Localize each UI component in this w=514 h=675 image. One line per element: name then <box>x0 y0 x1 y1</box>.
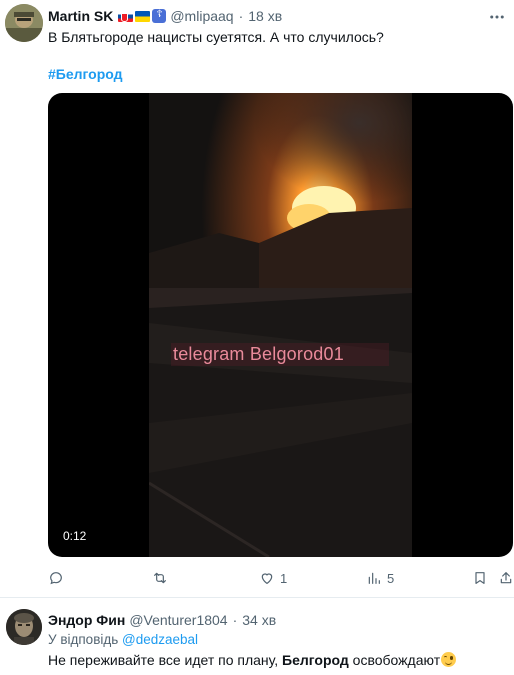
more-options-icon[interactable] <box>488 8 506 26</box>
slovakia-flag-icon <box>118 10 134 22</box>
reply-timestamp[interactable]: 34 хв <box>242 612 276 628</box>
video-frame: telegram Belgorod01 <box>149 93 412 557</box>
views-icon <box>368 572 380 584</box>
separator-dot: · <box>232 612 238 628</box>
reply-display-name[interactable]: Эндор Фин <box>48 612 125 628</box>
replying-to-label: У відповідь <box>48 632 119 647</box>
timestamp[interactable]: 18 хв <box>248 8 282 24</box>
reply-icon <box>50 572 62 585</box>
share-icon <box>500 572 512 584</box>
hashtag-link[interactable]: #Белгород <box>48 66 123 82</box>
reply-avatar-image <box>6 609 42 645</box>
share-button[interactable] <box>498 568 514 588</box>
like-count: 1 <box>280 570 288 586</box>
display-name[interactable]: Martin SK <box>48 8 113 24</box>
like-button[interactable]: 1 <box>259 568 287 588</box>
retweet-button[interactable] <box>152 568 173 588</box>
video-watermark: telegram Belgorod01 <box>171 343 389 366</box>
avatar[interactable] <box>5 4 43 42</box>
bookmark-button[interactable] <box>472 568 488 588</box>
heart-icon <box>261 573 273 584</box>
mention-link[interactable]: @dedzaebal <box>122 632 198 647</box>
tweet-header: Martin SK ☦ @mlipaaq · 18 хв <box>48 8 282 24</box>
bookmark-icon <box>475 572 485 584</box>
retweet-icon <box>154 572 166 584</box>
separator-dot: · <box>238 8 244 24</box>
reply-text-start: Не переживайте все идет по плану, <box>48 652 283 668</box>
handle[interactable]: @mlipaaq <box>170 8 233 24</box>
reply-text: Не переживайте все идет по плану, Белгор… <box>48 652 457 668</box>
avatar-image <box>5 4 43 42</box>
ukraine-flag-icon <box>135 10 151 22</box>
video-duration: 0:12 <box>58 527 92 545</box>
reply-avatar[interactable] <box>6 609 42 645</box>
action-bar: 1 5 <box>48 568 514 588</box>
reply-text-bold: Белгород <box>282 652 349 668</box>
reply-handle[interactable]: @Venturer1804 <box>129 612 227 628</box>
views-button[interactable]: 5 <box>366 568 394 588</box>
reply-header: Эндор Фин @Venturer1804 · 34 хв <box>48 612 276 628</box>
video-still-image <box>149 93 412 557</box>
replying-to: У відповідь @dedzaebal <box>48 632 198 647</box>
profile-flags: ☦ <box>118 9 167 23</box>
reply-text-end: освобождают <box>348 652 441 668</box>
orthodox-cross-icon: ☦ <box>152 9 167 23</box>
winking-face-icon <box>441 652 457 667</box>
views-count: 5 <box>387 570 395 586</box>
video-player[interactable]: telegram Belgorod01 0:12 <box>48 93 513 557</box>
reply-button[interactable] <box>48 568 69 588</box>
tweet-text: В Блятьгороде нацисты суетятся. А что сл… <box>48 29 384 45</box>
